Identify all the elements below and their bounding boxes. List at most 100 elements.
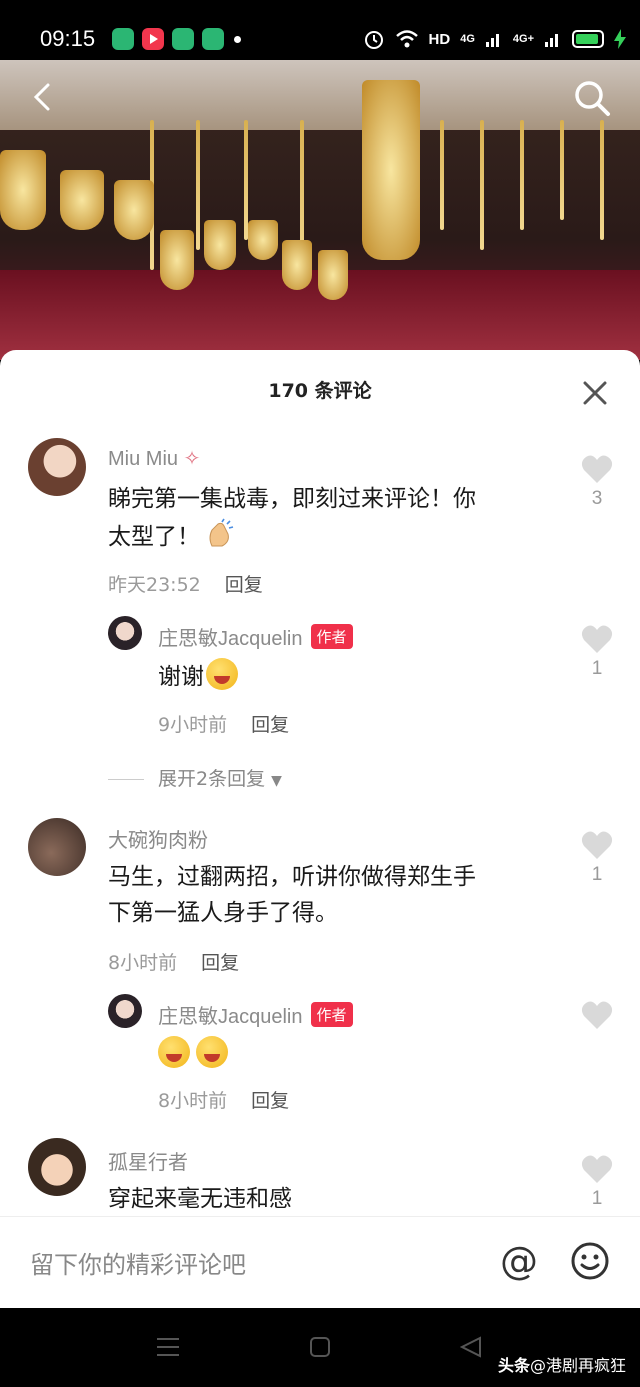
comment-time: 昨天23:52 xyxy=(108,574,201,596)
battery-icon xyxy=(572,30,604,48)
reply-username[interactable]: 庄思敏Jacquelin 作者 xyxy=(158,1000,353,1029)
shop-ceiling xyxy=(0,60,640,130)
wifi-icon xyxy=(395,30,418,48)
gold-necklace xyxy=(114,180,154,240)
comment-input[interactable]: 留下你的精彩评论吧 xyxy=(30,1245,246,1280)
like-button[interactable]: 1 xyxy=(580,624,614,680)
gold-chain xyxy=(480,120,484,250)
avatar[interactable] xyxy=(28,818,86,876)
mention-at-icon[interactable]: @ xyxy=(498,1241,540,1283)
heart-icon[interactable] xyxy=(581,830,613,860)
app-notification-icon xyxy=(112,28,134,50)
video-background[interactable] xyxy=(0,60,640,360)
like-count: 1 xyxy=(591,658,603,679)
comment-username[interactable]: 孤星行者 xyxy=(108,1146,188,1175)
reply-username[interactable]: 庄思敏Jacquelin 作者 xyxy=(158,622,353,651)
comment-username[interactable]: Miu Miu ✧ xyxy=(108,446,200,471)
author-badge: 作者 xyxy=(310,624,353,649)
signal-label-1: 4G xyxy=(460,33,475,45)
reply-text: 谢谢 xyxy=(158,658,238,696)
like-button[interactable]: 1 xyxy=(580,830,614,886)
network-label: HD xyxy=(428,30,451,48)
gold-chain xyxy=(600,120,604,240)
gold-necklace xyxy=(248,220,278,260)
reply-text xyxy=(158,1036,228,1074)
store-app-icon xyxy=(172,28,194,50)
back-arrow-icon[interactable] xyxy=(28,82,58,112)
close-icon[interactable] xyxy=(582,380,608,406)
gold-necklace xyxy=(318,250,348,300)
comment-count-title: 170 条评论 xyxy=(268,380,372,402)
gold-chain xyxy=(196,120,200,250)
comment-text-line: 太型了！ xyxy=(108,518,236,556)
expand-replies-button[interactable]: 展开2条回复 ▼ xyxy=(108,764,282,791)
charging-icon xyxy=(614,29,626,49)
comment-username[interactable]: 大碗狗肉粉 xyxy=(108,824,208,853)
like-count: 1 xyxy=(591,864,603,885)
comment-input-bar: 留下你的精彩评论吧 @ xyxy=(0,1216,640,1308)
heart-icon[interactable] xyxy=(581,454,613,484)
reply-meta: 9小时前 回复 xyxy=(158,710,289,737)
more-notifications-dot xyxy=(234,35,241,43)
gold-chain xyxy=(520,120,524,230)
reply-button[interactable]: 回复 xyxy=(251,1090,289,1112)
reply-time: 8小时前 xyxy=(158,1090,228,1112)
comment-text-line: 下第一猛人身手了得。 xyxy=(108,900,338,926)
laughing-emoji-icon xyxy=(196,1036,228,1068)
avatar[interactable] xyxy=(28,1138,86,1196)
comment-text-line: 马生，过翻两招，听讲你做得郑生手 xyxy=(108,864,476,890)
like-button[interactable]: 1 xyxy=(580,1154,614,1210)
heart-icon[interactable] xyxy=(581,624,613,654)
heart-icon[interactable] xyxy=(581,1154,613,1184)
like-count: 1 xyxy=(591,1188,603,1209)
reply-button[interactable]: 回复 xyxy=(251,714,289,736)
comment-text-line: 穿起来毫无违和感 xyxy=(108,1186,292,1212)
like-button[interactable]: 3 xyxy=(580,454,614,510)
gold-chain xyxy=(560,120,564,220)
signal-icon-2 xyxy=(545,34,558,47)
comment-meta: 昨天23:52 回复 xyxy=(108,570,263,597)
like-count: 3 xyxy=(591,488,603,509)
reply-button[interactable]: 回复 xyxy=(201,952,239,974)
heart-icon[interactable] xyxy=(581,1000,613,1030)
divider-line xyxy=(108,779,144,780)
reply-time: 9小时前 xyxy=(158,714,228,736)
laughing-emoji-icon xyxy=(206,658,238,690)
signal-icon xyxy=(485,34,499,47)
emoji-picker-icon[interactable] xyxy=(570,1241,610,1281)
like-button[interactable] xyxy=(580,1000,614,1030)
comment-time: 8小时前 xyxy=(108,952,178,974)
reply-meta: 8小时前 回复 xyxy=(158,1086,289,1113)
nail-polish-icon: ✧ xyxy=(183,448,201,470)
reply-button[interactable]: 回复 xyxy=(225,574,263,596)
avatar[interactable] xyxy=(28,438,86,496)
shield-app-icon xyxy=(202,28,224,50)
gold-necklace xyxy=(160,230,194,290)
comments-panel: 170 条评论 Miu Miu ✧ 睇完第一集战毒，即刻过来评论！你 太型了！ … xyxy=(0,350,640,1308)
gold-necklace xyxy=(204,220,236,270)
status-indicators: HD 4G 4G+ xyxy=(363,28,626,50)
gold-necklace xyxy=(0,150,46,230)
gold-necklace xyxy=(362,80,420,260)
alarm-icon xyxy=(364,31,383,49)
gold-necklace xyxy=(282,240,312,290)
svg-text:@: @ xyxy=(500,1241,538,1283)
notification-icons xyxy=(112,28,241,50)
signal-label-2: 4G+ xyxy=(512,33,534,45)
clapping-hands-icon xyxy=(204,518,236,550)
back-nav-icon[interactable] xyxy=(460,1336,482,1358)
search-icon[interactable] xyxy=(572,78,612,118)
author-badge: 作者 xyxy=(310,1002,353,1027)
gold-necklace xyxy=(60,170,104,230)
play-app-icon xyxy=(142,28,164,50)
chevron-down-icon: ▼ xyxy=(271,773,282,789)
status-bar: 09:15 HD 4G 4G+ xyxy=(0,0,640,60)
system-nav-bar: 头条@港剧再疯狂 xyxy=(0,1308,640,1387)
status-time: 09:15 xyxy=(40,26,96,51)
home-icon[interactable] xyxy=(309,1336,331,1358)
menu-icon[interactable] xyxy=(156,1336,180,1358)
comment-meta: 8小时前 回复 xyxy=(108,948,239,975)
avatar[interactable] xyxy=(108,616,142,650)
gold-chain xyxy=(440,120,444,230)
avatar[interactable] xyxy=(108,994,142,1028)
